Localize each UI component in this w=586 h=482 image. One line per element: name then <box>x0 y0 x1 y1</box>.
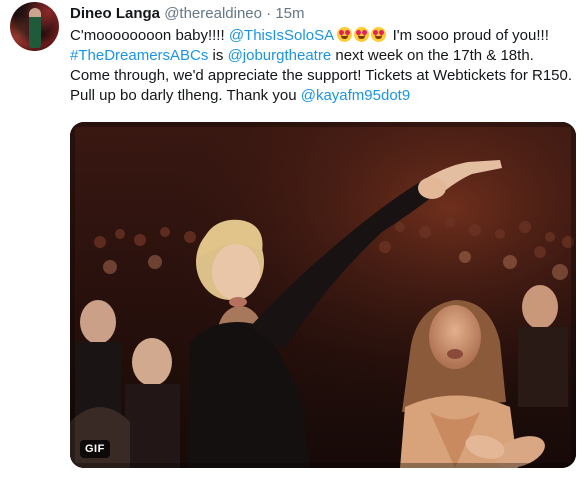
author-name[interactable]: Dineo Langa <box>70 5 160 22</box>
tweet-text-part: I'm sooo proud of you!!! <box>388 27 549 44</box>
mention-link[interactable]: @ThisIsSoloSA <box>229 27 333 44</box>
gif-badge: GIF <box>80 440 110 458</box>
hashtag-link[interactable]: #TheDreamersABCs <box>70 47 208 64</box>
heart-eyes-emoji-icon <box>371 27 387 42</box>
author-handle[interactable]: @therealdineo <box>164 5 262 22</box>
heart-eyes-emoji-icon <box>354 27 370 42</box>
avatar[interactable] <box>10 2 59 51</box>
tweet-text-part: is <box>208 47 228 64</box>
tweet-text-part: C'moooooooon baby!!!! <box>70 27 229 44</box>
heart-eyes-emoji-icon <box>337 27 353 42</box>
tweet-timestamp[interactable]: 15m <box>275 5 304 22</box>
mention-link[interactable]: @joburgtheatre <box>228 47 332 64</box>
avatar-figure <box>29 8 41 48</box>
tweet-text: C'moooooooon baby!!!! @ThisIsSoloSA I'm … <box>70 26 576 106</box>
tweet[interactable]: Dineo Langa @therealdineo · 15m C'mooooo… <box>0 0 586 482</box>
gif-media[interactable]: GIF <box>70 122 576 468</box>
tweet-header: Dineo Langa @therealdineo · 15m <box>70 4 305 24</box>
gif-frame-image <box>70 122 576 468</box>
mention-link[interactable]: @kayafm95dot9 <box>301 87 410 104</box>
header-separator: · <box>266 5 272 22</box>
